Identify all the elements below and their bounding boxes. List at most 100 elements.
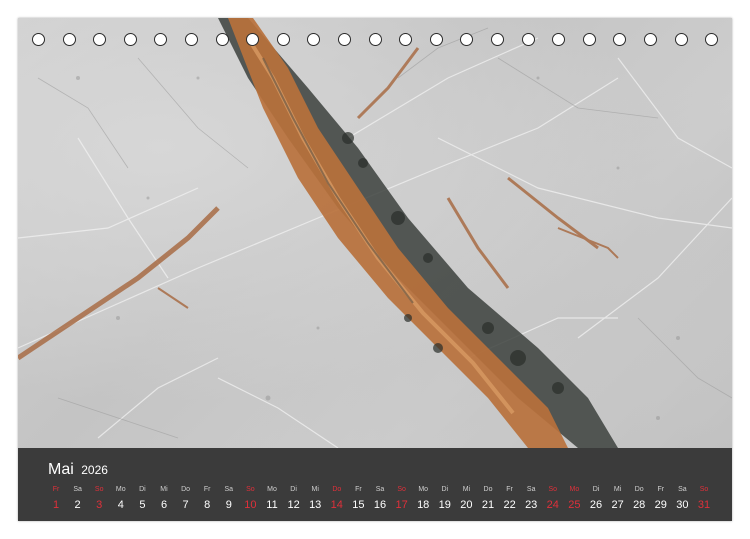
day-cell: So 24 — [542, 486, 564, 512]
day-number: 8 — [204, 499, 211, 511]
weekday-label: Sa — [678, 486, 687, 493]
weekday-label: Fr — [657, 486, 665, 493]
day-number: 14 — [330, 499, 343, 511]
day-cell: Di 19 — [434, 486, 456, 512]
weekday-label: So — [397, 486, 406, 493]
binding-hole — [246, 33, 260, 46]
day-number: 2 — [74, 499, 81, 511]
day-number: 22 — [503, 499, 516, 511]
binding-hole — [123, 33, 137, 46]
binding-hole — [307, 33, 321, 46]
day-cell: Fr 8 — [196, 486, 218, 512]
day-number: 15 — [352, 499, 365, 511]
weekday-label: Do — [332, 486, 342, 493]
weekday-label: Mo — [418, 486, 429, 493]
weekday-label: So — [699, 486, 709, 493]
day-number: 17 — [395, 499, 408, 511]
binding-hole — [491, 33, 504, 46]
day-number: 30 — [676, 499, 689, 511]
day-cell: Mo 11 — [261, 486, 283, 512]
weekday-label: Do — [181, 486, 191, 493]
binding-hole — [521, 33, 535, 46]
weekday-label: So — [246, 486, 255, 493]
binding-hole — [644, 33, 657, 46]
weekday-label: Mi — [311, 486, 319, 493]
weekday-label: Di — [139, 486, 146, 493]
binding-hole — [460, 33, 474, 46]
day-cell: Mi 20 — [455, 486, 477, 512]
binding-hole — [674, 33, 688, 46]
weekday-label: Mi — [462, 486, 471, 493]
day-number: 31 — [697, 499, 711, 511]
day-cell: So 31 — [693, 486, 715, 512]
day-number: 29 — [654, 499, 667, 511]
day-cell: Do 21 — [477, 486, 499, 512]
calendar-page: Mai 2026 Fr 1 Sa 2 So 3 Mo 4 Di 5 Mi 6 Do 7 Fr 8 Sa 9 So 10… — [18, 18, 732, 521]
weekday-label: Mo — [267, 486, 277, 493]
weekday-label: Fr — [52, 486, 60, 493]
weekday-label: Fr — [355, 486, 362, 493]
binding-hole — [552, 33, 566, 46]
day-cell: Fr 29 — [650, 486, 672, 512]
day-row: Fr 1 Sa 2 So 3 Mo 4 Di 5 Mi 6 Do 7 Fr 8 Sa 9 So 10 Mo 11 Di 12 M… — [46, 486, 720, 516]
weekday-label: Di — [441, 486, 449, 493]
day-number: 16 — [373, 499, 387, 511]
day-cell: Do 28 — [628, 486, 650, 512]
day-number: 21 — [481, 499, 495, 511]
day-cell: Di 5 — [131, 486, 153, 512]
marble-photo — [18, 18, 732, 448]
weekday-label: Mo — [569, 486, 580, 493]
day-number: 1 — [52, 499, 60, 511]
day-number: 6 — [160, 499, 168, 511]
day-cell: So 3 — [88, 486, 110, 512]
day-cell: Di 12 — [283, 486, 305, 512]
day-number: 26 — [589, 499, 603, 511]
binding-hole — [338, 33, 351, 46]
day-cell: Sa 16 — [369, 486, 391, 512]
day-number: 13 — [309, 499, 322, 511]
day-cell: Mi 27 — [607, 486, 629, 512]
binding-hole — [154, 33, 168, 46]
day-cell: Mo 25 — [563, 486, 585, 512]
month-name: Mai — [48, 461, 74, 478]
day-cell: Mo 4 — [110, 486, 132, 512]
binding-hole — [93, 33, 107, 46]
weekday-label: Mi — [160, 486, 168, 493]
day-number: 3 — [96, 499, 103, 511]
day-number: 10 — [244, 499, 257, 511]
month-year: 2026 — [81, 463, 108, 477]
day-number: 4 — [117, 499, 124, 511]
day-number: 19 — [438, 499, 451, 511]
binding-hole — [613, 33, 627, 46]
weekday-label: Fr — [506, 486, 513, 493]
month-title: Mai 2026 — [48, 461, 108, 479]
day-cell: Sa 9 — [218, 486, 240, 512]
day-cell: Fr 22 — [499, 486, 521, 512]
day-number: 7 — [182, 499, 189, 511]
binding-holes — [18, 33, 732, 47]
day-number: 12 — [287, 499, 300, 511]
day-number: 20 — [460, 499, 473, 511]
day-cell: So 10 — [239, 486, 261, 512]
day-number: 23 — [525, 499, 538, 511]
calendar-footer: Mai 2026 Fr 1 Sa 2 So 3 Mo 4 Di 5 Mi 6 Do 7 Fr 8 Sa 9 So 10… — [18, 448, 732, 521]
day-cell: Mi 13 — [304, 486, 326, 512]
weekday-label: Do — [634, 486, 644, 493]
day-cell: Di 26 — [585, 486, 607, 512]
day-number: 18 — [417, 499, 430, 511]
weekday-label: Di — [592, 486, 600, 493]
day-cell: So 17 — [391, 486, 413, 512]
day-cell: Mi 6 — [153, 486, 175, 512]
binding-hole — [705, 33, 719, 46]
binding-hole — [582, 33, 596, 46]
day-cell: Sa 23 — [520, 486, 542, 512]
binding-hole — [429, 33, 443, 46]
weekday-label: Fr — [203, 486, 211, 493]
day-number: 25 — [568, 499, 581, 511]
day-cell: Do 14 — [326, 486, 348, 512]
day-cell: Sa 30 — [671, 486, 693, 512]
day-number: 28 — [633, 499, 646, 511]
weekday-label: Sa — [73, 486, 82, 493]
weekday-label: Sa — [375, 486, 385, 493]
binding-hole — [399, 33, 413, 46]
